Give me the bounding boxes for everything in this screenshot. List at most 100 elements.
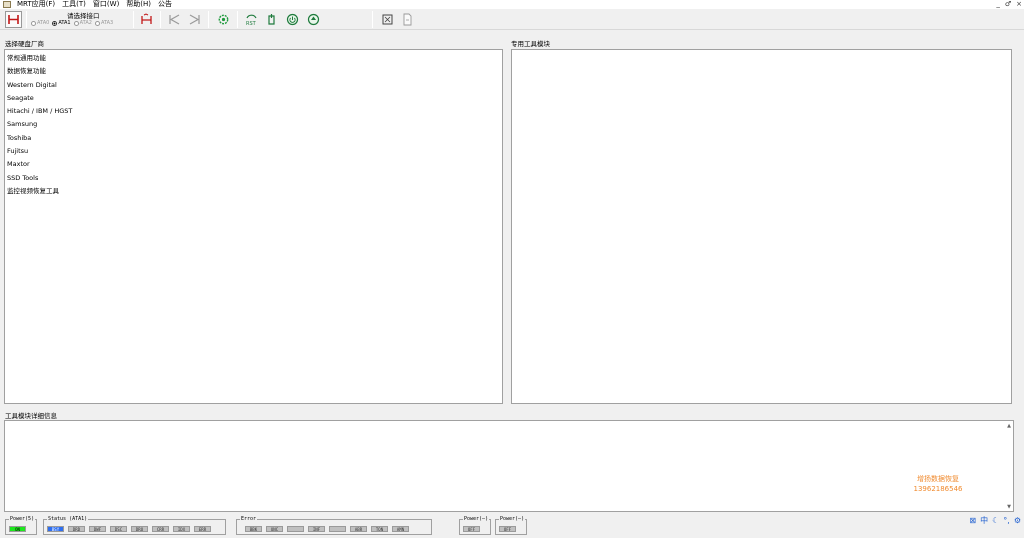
error-led-inf: INF (308, 526, 325, 532)
power-on-led: ON (9, 526, 26, 532)
status-led-dwf: DWF (89, 526, 106, 532)
menu-notice[interactable]: 公告 (156, 0, 177, 9)
menu-tools[interactable]: 工具(T) (60, 0, 91, 9)
vendor-panel-title: 选择硬盘厂商 (5, 40, 44, 48)
port-radio-ata3-label: ATA3 (100, 20, 114, 26)
prev-button[interactable] (167, 12, 182, 27)
power2-leds: OFF (463, 526, 480, 532)
status-led-idx: IDX (173, 526, 190, 532)
status-leds: BSY DRD DWF DSC DRQ CRR IDX ERR (47, 526, 211, 532)
error-led-ton: TON (371, 526, 388, 532)
menu-bar: MRT应用(F) 工具(T) 窗口(W) 帮助(H) 公告 _ ♂ × (0, 0, 1024, 9)
soft-reset-icon: RST (246, 14, 257, 26)
next-icon (189, 14, 200, 25)
vendor-item[interactable]: Seagate (5, 92, 502, 105)
close-button[interactable]: × (1016, 0, 1022, 9)
settings-button[interactable] (216, 12, 231, 27)
port-radio-ata0-label: ATA0 (37, 20, 50, 26)
port-radio-ata3[interactable]: ATA3 (94, 19, 114, 27)
menu-window[interactable]: 窗口(W) (91, 0, 124, 9)
vendor-item[interactable]: SSD Tools (5, 172, 502, 185)
power2-off-led: OFF (463, 526, 480, 532)
power-icon (286, 13, 299, 26)
app-icon (3, 1, 11, 8)
power2-group-title: Power(—) (463, 516, 490, 522)
menu-file[interactable]: MRT应用(F) (15, 0, 60, 9)
error-group: Error BBK UNC INF ABR TON AMN (236, 516, 432, 535)
prev-icon (169, 14, 180, 25)
port-radio-ata0[interactable]: ATA0 (31, 19, 49, 27)
error-led-bbk: BBK (245, 526, 262, 532)
document-button[interactable] (400, 12, 415, 27)
vendor-item[interactable]: Samsung (5, 118, 502, 131)
power-off-button[interactable] (285, 12, 300, 27)
restore-button[interactable]: ♂ (1005, 0, 1011, 9)
vendor-item[interactable]: 数据恢复功能 (5, 65, 502, 78)
system-tray: ⊠ 中 ☾ °, ⚙ (969, 516, 1021, 526)
reset-button[interactable] (139, 12, 154, 27)
port-radio-ata2[interactable]: ATA2 (73, 19, 92, 27)
eject-button[interactable] (306, 12, 321, 27)
vendor-item[interactable]: Hitachi / IBM / HGST (5, 105, 502, 118)
power-group-title: Power(5) (9, 516, 36, 522)
port-radio-ata1-label: ATA1 (58, 20, 71, 26)
punctuation-icon[interactable]: °, (1003, 516, 1010, 526)
status-group-title: Status (ATA1) (47, 516, 89, 522)
moon-icon[interactable]: ☾ (992, 516, 999, 526)
next-button[interactable] (187, 12, 202, 27)
vendor-item[interactable]: Maxtor (5, 158, 502, 171)
keyboard-icon[interactable]: ⊠ (969, 516, 976, 526)
eject-icon (307, 13, 320, 26)
power-cycle-button[interactable] (264, 12, 279, 27)
error-led-unc: UNC (266, 526, 283, 532)
window-controls: _ ♂ × (996, 0, 1022, 9)
hdd-connect-icon (8, 15, 19, 24)
power-group: Power(5) ON (5, 516, 37, 535)
menu-items: MRT应用(F) 工具(T) 窗口(W) 帮助(H) 公告 (15, 0, 177, 9)
error-led-amn: AMN (392, 526, 409, 532)
power3-leds: OFF (499, 526, 516, 532)
watermark: 增扬数据恢复 13962186546 (908, 474, 968, 494)
toolbar: 请选择接口 ATA0 ATA1 ATA2 ATA3 RST (0, 9, 1024, 30)
capture-icon (382, 14, 393, 25)
status-led-dsc: DSC (110, 526, 127, 532)
minimize-button[interactable]: _ (996, 0, 1000, 9)
scroll-down-arrow[interactable]: ▼ (1007, 504, 1011, 510)
settings-icon[interactable]: ⚙ (1014, 516, 1021, 526)
tool-module-panel-title: 专用工具模块 (511, 40, 550, 48)
status-led-drq: DRQ (131, 526, 148, 532)
port-radio-ata1[interactable]: ATA1 (52, 19, 71, 27)
capture-button[interactable] (380, 12, 395, 27)
vendor-item[interactable]: 监控视频恢复工具 (5, 185, 502, 198)
vendor-item[interactable]: Western Digital (5, 79, 502, 92)
soft-reset-button[interactable]: RST (244, 12, 259, 27)
power3-off-led: OFF (499, 526, 516, 532)
power-leds: ON (9, 526, 26, 532)
error-led-abr: ABR (350, 526, 367, 532)
vendor-list: 常规通用功能 数据恢复功能 Western Digital Seagate Hi… (5, 50, 502, 198)
tool-module-panel[interactable] (511, 49, 1012, 404)
watermark-line2: 13962186546 (913, 485, 963, 493)
power2-group: Power(—) OFF (459, 516, 491, 535)
vendor-item[interactable]: Fujitsu (5, 145, 502, 158)
vendor-item[interactable]: Toshiba (5, 132, 502, 145)
vendor-panel: 常规通用功能 数据恢复功能 Western Digital Seagate Hi… (4, 49, 503, 404)
error-leds: BBK UNC INF ABR TON AMN (245, 526, 409, 532)
error-led-blank2 (329, 526, 346, 532)
vendor-item[interactable]: 常规通用功能 (5, 52, 502, 65)
gear-icon (218, 14, 229, 25)
menu-help[interactable]: 帮助(H) (124, 0, 156, 9)
reset-icon (141, 13, 152, 24)
scroll-up-arrow[interactable]: ▲ (1007, 423, 1011, 429)
port-radio-group: ATA0 ATA1 ATA2 ATA3 (31, 19, 113, 27)
svg-text:RST: RST (246, 21, 257, 26)
status-group: Status (ATA1) BSY DRD DWF DSC DRQ CRR ID… (43, 516, 226, 535)
hdd-connect-button[interactable] (5, 11, 22, 28)
status-led-err: ERR (194, 526, 211, 532)
watermark-line1: 增扬数据恢复 (917, 475, 959, 483)
power3-group: Power(—) OFF (495, 516, 527, 535)
error-group-title: Error (240, 516, 258, 522)
detail-panel[interactable]: ▲ ▼ 增扬数据恢复 13962186546 (4, 420, 1014, 512)
chinese-input-icon[interactable]: 中 (980, 516, 988, 526)
status-led-drd: DRD (68, 526, 85, 532)
